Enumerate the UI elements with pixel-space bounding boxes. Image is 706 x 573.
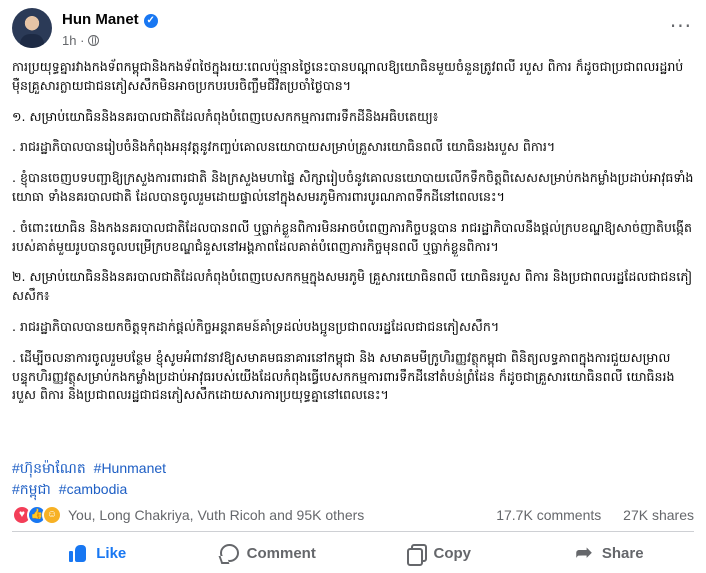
post-time[interactable]: 1h: [62, 33, 76, 48]
shares-count[interactable]: 27K shares: [623, 507, 694, 523]
comments-count[interactable]: 17.7K comments: [496, 507, 601, 523]
action-bar: Like Comment Copy ➦ Share: [12, 536, 694, 570]
reactors-summary[interactable]: You, Long Chakriya, Vuth Ricoh and 95K o…: [68, 507, 364, 523]
thumbs-up-icon: [68, 543, 88, 563]
post-meta: 1h ·: [62, 33, 100, 48]
post-paragraph: ការប្រយុទ្ធគ្នារវាងកងទ័ពកម្ពុជានិងកងទ័ពថ…: [12, 59, 684, 93]
more-options-icon[interactable]: ···: [670, 14, 692, 38]
copy-label: Copy: [433, 544, 472, 562]
post-header: Hun Manet ✓ 1h · ···: [12, 8, 692, 52]
hashtags: #ហ៊ុនម៉ាណែត #Hunmanet #កម្ពុជា #cambodia: [12, 458, 170, 500]
globe-icon: [88, 35, 100, 46]
share-button[interactable]: ➦ Share: [524, 536, 695, 570]
hashtag-link[interactable]: #Hunmanet: [94, 460, 166, 476]
share-label: Share: [601, 544, 644, 562]
author-avatar[interactable]: [12, 8, 52, 48]
copy-button[interactable]: Copy: [353, 536, 524, 570]
author-name[interactable]: Hun Manet: [62, 11, 139, 28]
comment-button[interactable]: Comment: [183, 536, 354, 570]
hashtag-link[interactable]: #ហ៊ុនម៉ាណែត: [12, 460, 86, 476]
post-paragraph: . ចំពោះយោធិន និងកងនគរបាលជាតិដែលបានពលី ឬធ…: [12, 219, 692, 254]
post-text: ការប្រយុទ្ធគ្នារវាងកងទ័ពកម្ពុជានិងកងទ័ពថ…: [12, 58, 694, 417]
author-name-row: Hun Manet ✓: [62, 11, 158, 28]
copy-icon: [406, 543, 427, 566]
post-paragraph: . រាជរដ្ឋាភិបាលបានយកចិត្តទុកដាក់ផ្តល់កិច…: [12, 318, 500, 334]
verified-badge-icon: ✓: [143, 14, 158, 28]
counts: 17.7K comments 27K shares: [478, 507, 694, 523]
engagement-stats: ♥ 👍 ☺ You, Long Chakriya, Vuth Ricoh and…: [12, 504, 694, 526]
care-reaction-icon: ☺: [42, 505, 62, 525]
post-paragraph: . រាជរដ្ឋាភិបាលបានរៀបចំនិងកំពុងអនុវត្តនូ…: [12, 139, 556, 155]
like-label: Like: [96, 544, 127, 562]
post-paragraph: . ខ្ញុំបានចេញបទបញ្ជាឱ្យក្រសួងការពារជាតិ …: [12, 170, 694, 204]
post-paragraph: . ដើម្បីចលនាការចូលរួមបន្ថែម ខ្ញុំសូមអំពា…: [12, 349, 675, 403]
hashtag-link[interactable]: #កម្ពុជា: [12, 481, 51, 497]
comment-icon: [219, 544, 239, 562]
divider: [12, 531, 694, 532]
comment-label: Comment: [246, 544, 316, 562]
post-paragraph: ២. សម្រាប់យោធិននិងនគរបាលជាតិដែលកំពុងបំពេ…: [12, 269, 693, 304]
share-icon: ➦: [575, 542, 593, 564]
like-button[interactable]: Like: [12, 536, 183, 570]
hashtag-link[interactable]: #cambodia: [59, 481, 128, 497]
post-paragraph: ១. សម្រាប់យោធិននិងនគរបាលជាតិដែលកំពុងបំពេ…: [12, 108, 439, 124]
